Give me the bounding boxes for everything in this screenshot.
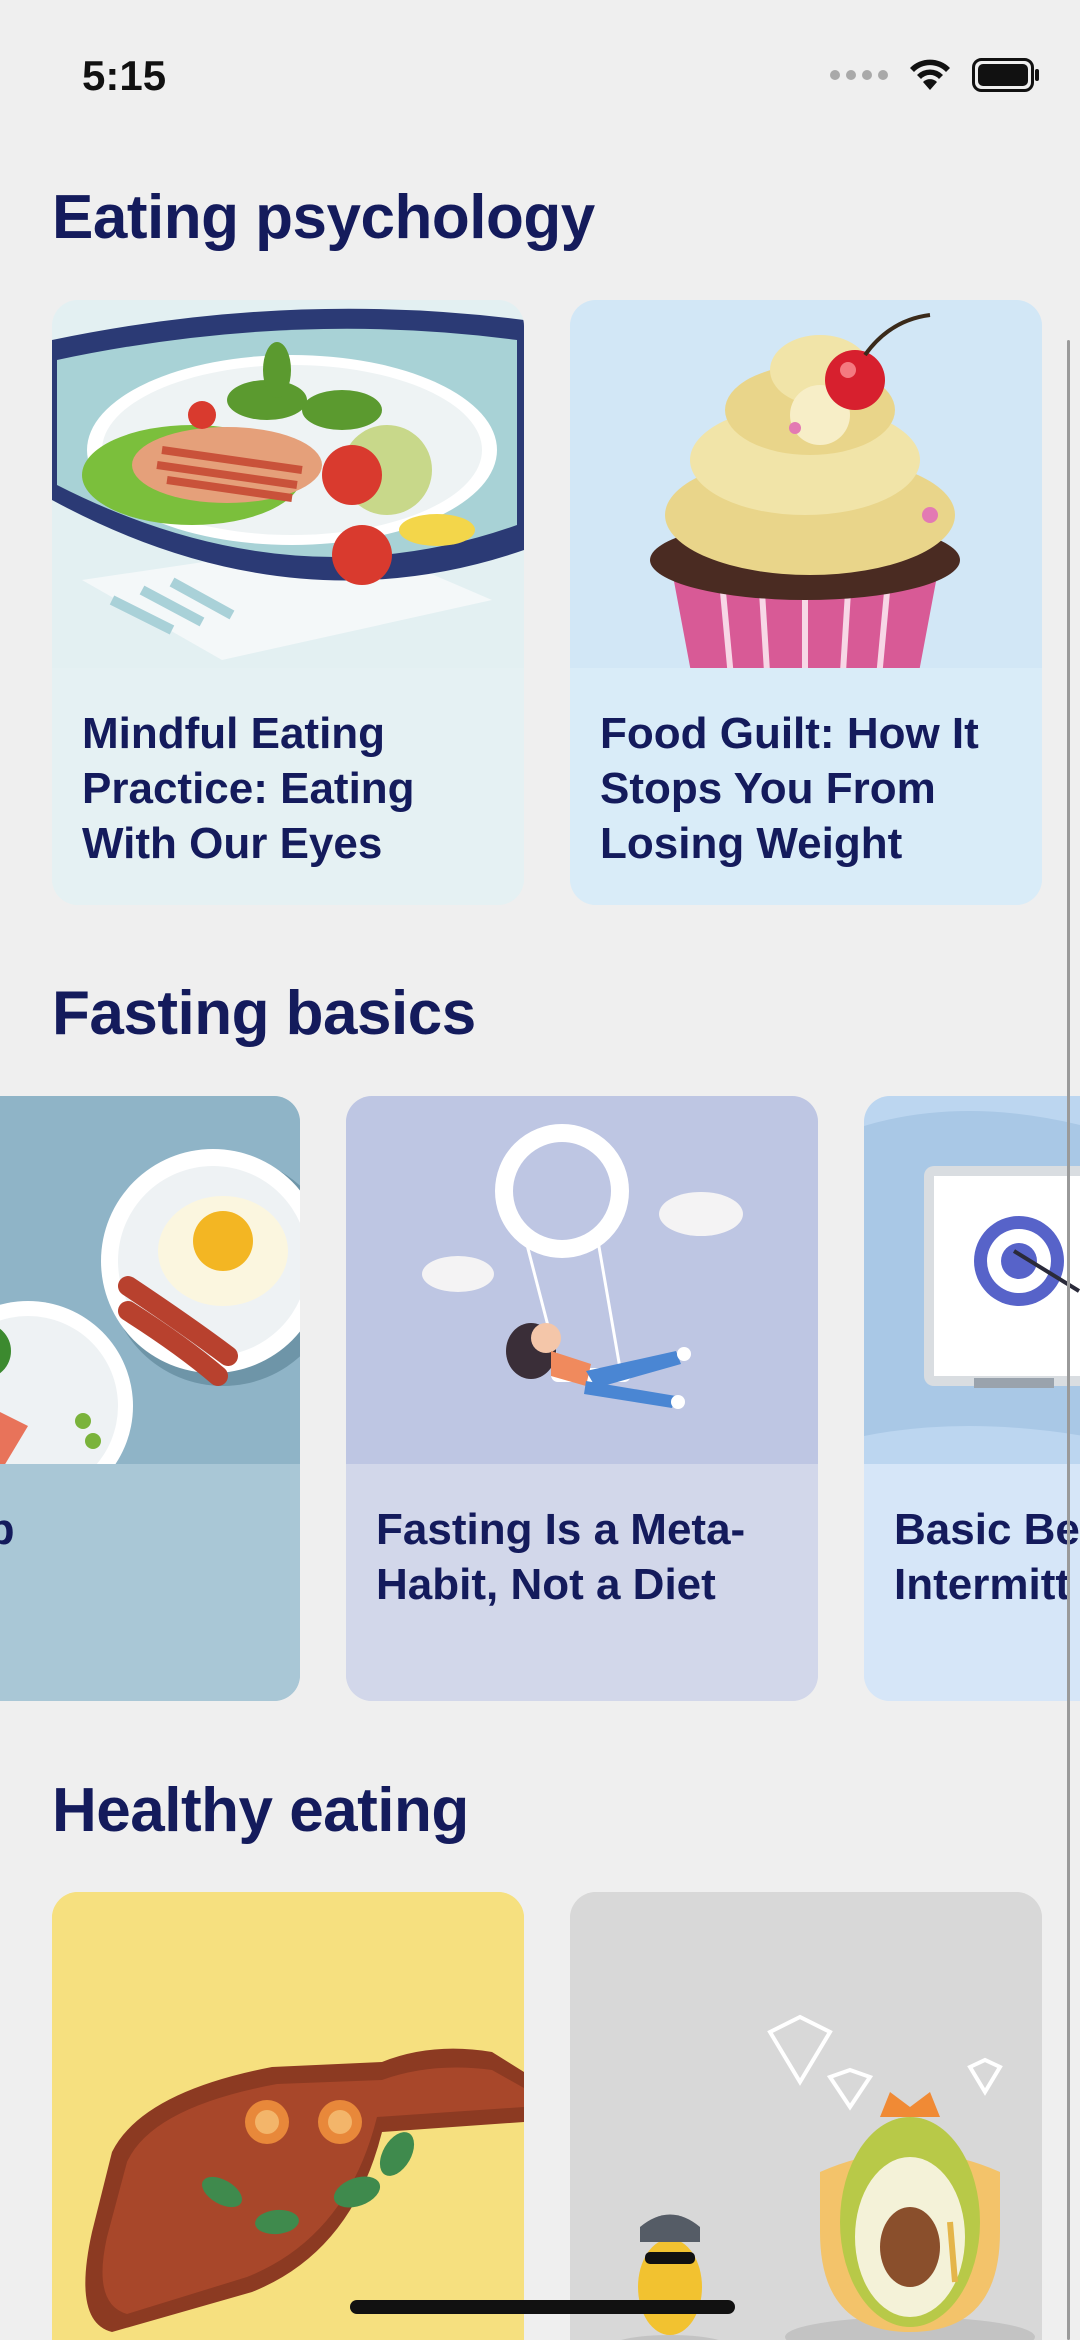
cupcake-illustration	[570, 300, 1042, 668]
scroll-indicator[interactable]	[1067, 340, 1070, 2340]
section-title-fasting-basics: Fasting basics	[52, 979, 476, 1048]
status-time: 5:15	[82, 52, 167, 99]
article-card-cutting-board[interactable]	[52, 1892, 524, 2340]
status-icons	[830, 58, 1040, 92]
section-title-healthy-eating: Healthy eating	[52, 1776, 469, 1845]
article-card-title: Basic Be Intermitt	[864, 1464, 1080, 1701]
card-row-healthy-eating[interactable]	[0, 1892, 1080, 2340]
article-card-avocado[interactable]	[570, 1892, 1042, 2340]
wifi-icon	[908, 58, 952, 92]
status-bar: 5:15	[0, 0, 1080, 150]
cellular-signal-icon	[830, 70, 888, 80]
article-card-title: Mindful Eating Practice: Eating With Our…	[52, 668, 524, 905]
battery-icon	[972, 58, 1040, 92]
article-card-title: d I Skip fast or	[0, 1464, 300, 1701]
cutting-board-illustration	[52, 1892, 524, 2340]
article-card-title: Fasting Is a Meta-Habit, Not a Diet	[346, 1464, 818, 1701]
swing-girl-illustration	[346, 1096, 818, 1464]
breakfast-plates-illustration	[0, 1096, 300, 1464]
article-card-basic-intermittent[interactable]: Basic Be Intermitt	[864, 1096, 1080, 1701]
article-card-title: Food Guilt: How It Stops You From Losing…	[570, 668, 1042, 905]
article-card-food-guilt[interactable]: Food Guilt: How It Stops You From Losing…	[570, 300, 1042, 905]
section-title-eating-psychology: Eating psychology	[52, 183, 595, 252]
home-indicator[interactable]	[350, 2300, 735, 2314]
avocado-king-illustration	[570, 1892, 1042, 2340]
article-card-meta-habit[interactable]: Fasting Is a Meta-Habit, Not a Diet	[346, 1096, 818, 1701]
article-card-skip-breakfast[interactable]: d I Skip fast or	[0, 1096, 300, 1701]
card-row-eating-psychology[interactable]: Mindful Eating Practice: Eating With Our…	[0, 300, 1080, 905]
target-board-illustration	[864, 1096, 1080, 1464]
article-card-mindful-eating[interactable]: Mindful Eating Practice: Eating With Our…	[52, 300, 524, 905]
salad-plate-illustration	[52, 300, 524, 668]
card-row-fasting-basics[interactable]: d I Skip fast or Fasting Is a Meta-Habit…	[0, 1096, 1080, 1701]
